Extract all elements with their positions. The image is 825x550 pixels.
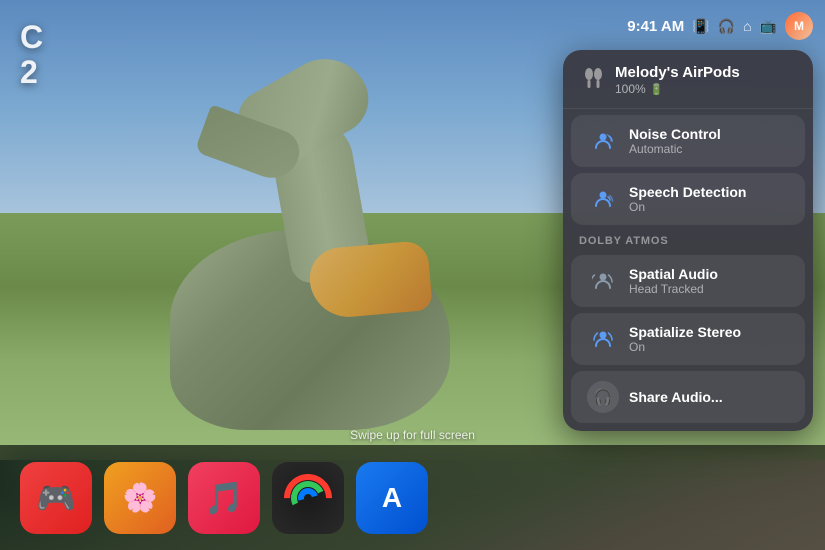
airpods-panel: Melody's AirPods 100% 🔋 Noise Control Au… (563, 50, 813, 431)
speech-detection-sub: On (629, 200, 789, 214)
appstore-icon: A (382, 482, 402, 514)
noise-control-info: Noise Control Automatic (629, 126, 789, 157)
speech-detection-item[interactable]: Speech Detection On (571, 173, 805, 225)
dock-item-photos[interactable]: 🌸 (104, 462, 176, 534)
swipe-hint: Swipe up for full screen (350, 428, 475, 442)
noise-control-item[interactable]: Noise Control Automatic (571, 115, 805, 167)
photos-icon: 🌸 (123, 481, 158, 514)
spatialize-stereo-sub: On (629, 340, 789, 354)
spatial-audio-sub: Head Tracked (629, 282, 789, 296)
noise-control-sub: Automatic (629, 142, 789, 156)
airpods-header: Melody's AirPods 100% 🔋 (563, 50, 813, 109)
home-icon: ⌂ (743, 18, 751, 34)
share-audio-icon: 🎧 (587, 381, 619, 413)
status-time: 9:41 AM (627, 18, 684, 35)
spatialize-stereo-icon (587, 323, 619, 355)
dolby-section-label: DOLBY ATMOS (563, 231, 813, 249)
battery-icon: 🔋 (650, 83, 664, 96)
fitness-rings (284, 474, 332, 522)
dinosaur (120, 110, 500, 430)
spatialize-stereo-info: Spatialize Stereo On (629, 324, 789, 355)
small-creature (307, 240, 433, 320)
dock-item-appstore[interactable]: A (356, 462, 428, 534)
noise-control-title: Noise Control (629, 126, 789, 143)
spatial-audio-item[interactable]: Spatial Audio Head Tracked (571, 255, 805, 307)
dock-item-music[interactable]: 🎵 (188, 462, 260, 534)
statusbar: 9:41 AM 📳 🎧 ⌂ 📺 M (627, 12, 813, 40)
music-icon: 🎵 (204, 479, 244, 517)
spatialize-stereo-title: Spatialize Stereo (629, 324, 789, 341)
dock-item-arcade[interactable]: 🎮 (20, 462, 92, 534)
share-audio-text: Share Audio... (629, 389, 723, 405)
spatial-audio-title: Spatial Audio (629, 266, 789, 283)
dock-item-fitness[interactable] (272, 462, 344, 534)
spatial-audio-info: Spatial Audio Head Tracked (629, 266, 789, 297)
speech-detection-title: Speech Detection (629, 184, 789, 201)
corner-text: C 2 (20, 20, 43, 90)
headphones-icon: 🎧 (718, 18, 735, 35)
airpods-icon (579, 64, 605, 96)
screen-icon: 📺 (760, 18, 777, 35)
airpods-info: Melody's AirPods 100% 🔋 (615, 64, 797, 96)
arcade-icon: 🎮 (36, 479, 76, 517)
speech-detection-info: Speech Detection On (629, 184, 789, 215)
dock: 🎮 🌸 🎵 A (0, 445, 825, 550)
spatial-audio-icon (587, 265, 619, 297)
battery-info: 100% 🔋 (615, 82, 797, 96)
vibrate-icon: 📳 (692, 18, 709, 35)
speech-detection-icon (587, 183, 619, 215)
spatialize-stereo-item[interactable]: Spatialize Stereo On (571, 313, 805, 365)
noise-control-icon (587, 125, 619, 157)
share-audio-item[interactable]: 🎧 Share Audio... (571, 371, 805, 423)
avatar[interactable]: M (785, 12, 813, 40)
device-name: Melody's AirPods (615, 64, 797, 82)
